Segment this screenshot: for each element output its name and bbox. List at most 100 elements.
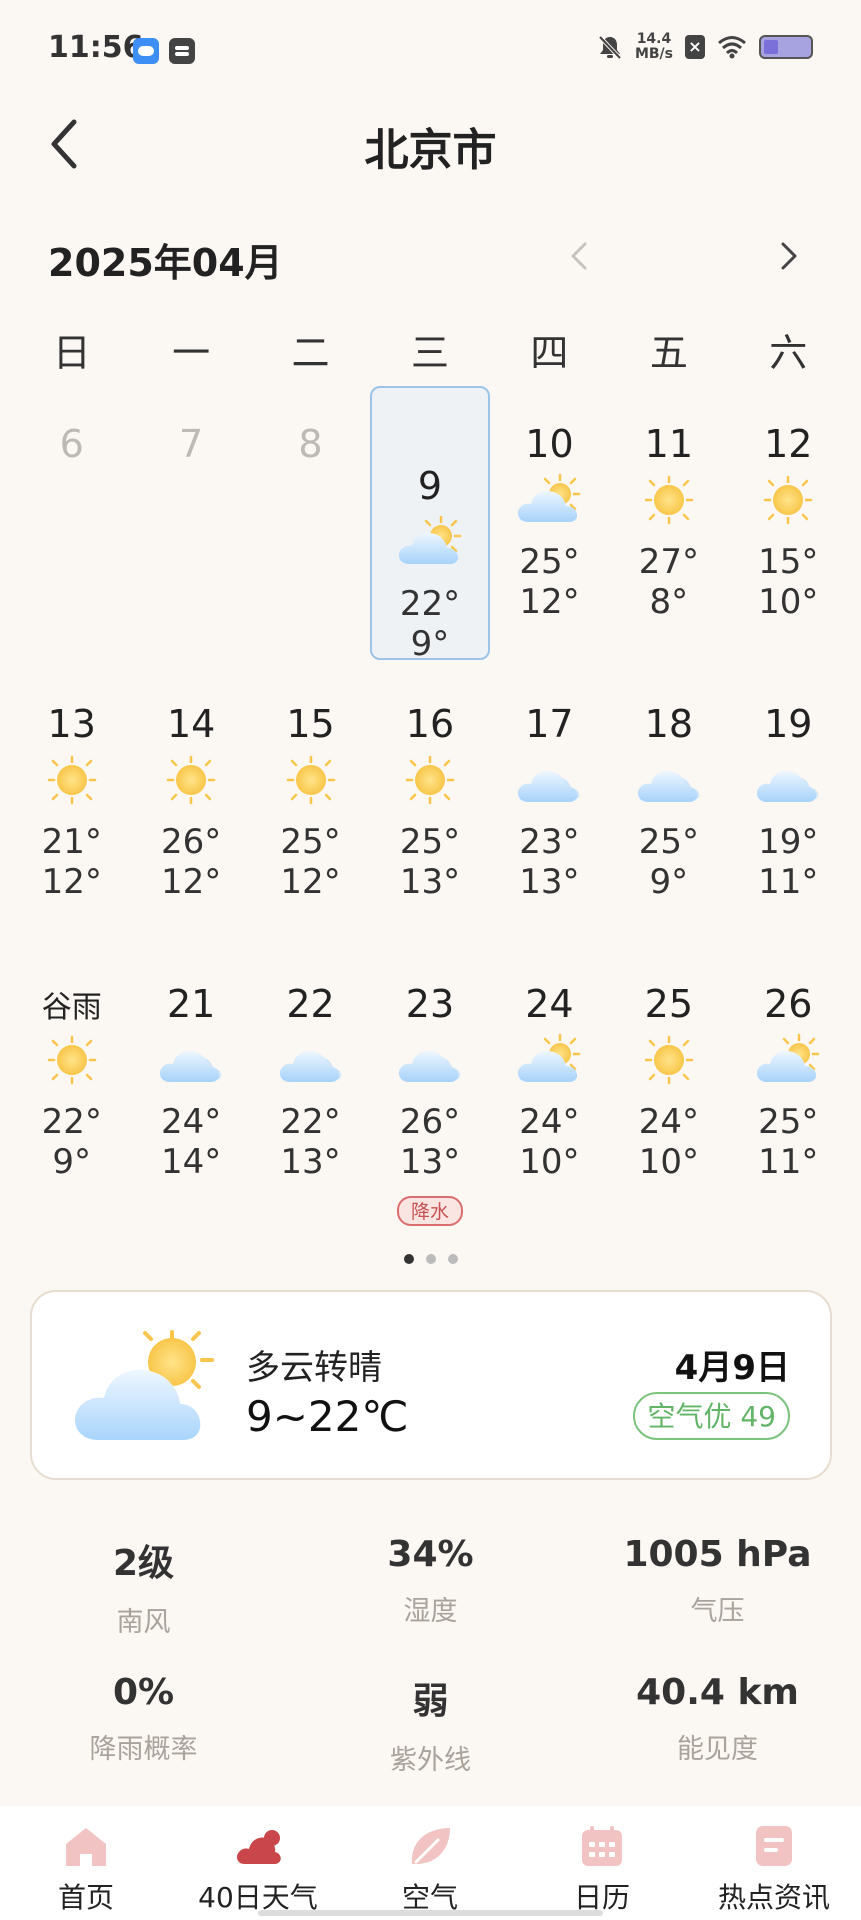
sim-x-icon: × [685,35,705,59]
high-temp: 22° [399,584,461,624]
high-temp: 15° [758,542,819,582]
sunny-icon [37,1030,107,1086]
stat-visibility: 40.4 km 能见度 [574,1672,861,1777]
day-cell[interactable]: 21 24° 14° [131,906,250,1182]
low-temp: 12° [41,862,102,902]
day-cell[interactable]: 25 24° 10° [609,906,728,1182]
day-cell-selected[interactable]: 9 22° 9° [370,386,490,664]
day-number: 26 [764,982,813,1026]
low-temp: 11° [758,1142,819,1182]
day-number: 14 [166,702,216,746]
day-cell[interactable]: 谷雨 22° 9° [12,906,131,1182]
day-number: 23 [405,982,455,1026]
stats-row: 0% 降雨概率 弱 紫外线 40.4 km 能见度 [0,1672,861,1777]
high-temp: 24° [638,1102,699,1142]
calendar-icon [582,1826,622,1866]
page-dot[interactable] [425,1254,436,1264]
rain-badge: 降水 [396,1196,463,1226]
stat-humidity: 34% 湿度 [287,1534,574,1639]
day-number: 12 [764,422,813,466]
partly-cloudy-icon [514,470,584,526]
day-number: 9 [417,464,443,508]
day-cell[interactable]: 12 15° 10° [729,346,848,622]
partly-cloudy-icon [753,1030,823,1086]
day-number: 13 [47,702,96,746]
nav-calendar[interactable]: 日历 [516,1806,688,1920]
home-indicator[interactable] [258,1910,603,1916]
high-temp: 24° [519,1102,580,1142]
nav-air[interactable]: 空气 [344,1806,516,1920]
status-time: 11:56 [48,30,144,65]
low-temp: 14° [161,1142,222,1182]
day-cell[interactable]: 11 27° 8° [609,346,728,622]
day-cell[interactable]: 26 25° 11° [729,906,848,1182]
day-cell[interactable]: 17 23° 13° [490,626,609,902]
day-cell[interactable]: 16 25° 13° [370,626,489,902]
nav-home[interactable]: 首页 [0,1806,172,1920]
day-cell[interactable]: 24 24° 10° [490,906,609,1182]
high-temp: 19° [758,822,819,862]
day-cell[interactable]: 22 22° 13° [251,906,370,1182]
sunny-icon [395,750,465,806]
day-cell[interactable]: 23 26° 13° 降水 [370,906,489,1226]
month-label: 2025年04月 [48,241,283,285]
status-bar: 11:56 14.4 MB/s × [0,0,861,100]
prev-month-button[interactable] [560,234,600,278]
high-temp: 27° [638,542,699,582]
low-temp: 13° [399,1142,461,1182]
day-cell[interactable]: 7 [131,346,250,618]
day-cell[interactable]: 14 26° 12° [131,626,250,902]
low-temp: 10° [758,582,819,622]
high-temp: 26° [161,822,222,862]
day-cell[interactable]: 10 25° 12° [490,346,609,622]
high-temp: 24° [161,1102,222,1142]
mute-icon [598,35,622,60]
page-dot[interactable] [403,1254,414,1264]
stat-label: 气压 [690,1596,745,1627]
news-icon [756,1826,792,1866]
stat-label: 南风 [116,1607,171,1638]
partly-cloudy-icon [514,1030,584,1086]
day-number: 16 [405,702,455,746]
day-cell[interactable]: 8 [251,346,370,618]
page-dot[interactable] [447,1254,458,1264]
weather-app-icon [133,38,159,64]
high-temp: 22° [280,1102,341,1142]
nav-40day-weather[interactable]: 40日天气 [172,1806,344,1920]
high-temp: 25° [280,822,341,862]
low-temp: 12° [519,582,580,622]
cloudy-icon [395,1030,465,1086]
home-icon [66,1828,106,1866]
next-month-button[interactable] [768,234,808,278]
high-temp: 25° [519,542,580,582]
aqi-badge[interactable]: 空气优 49 [633,1392,790,1440]
day-number: 谷雨 [41,990,102,1025]
stat-label: 湿度 [403,1596,458,1627]
low-temp: 8° [649,582,689,622]
leaf-icon [411,1828,450,1864]
nav-label: 热点资讯 [717,1881,830,1914]
sunny-icon [634,470,704,526]
day-cell[interactable]: 18 25° 9° [609,626,728,902]
high-temp: 25° [758,1102,819,1142]
weather-summary-card[interactable]: 多云转晴 9~22℃ 4月9日 空气优 49 [30,1290,832,1480]
nav-news[interactable]: 热点资讯 [688,1806,860,1920]
temperature-range: 9~22℃ [246,1392,409,1441]
low-temp: 10° [519,1142,580,1182]
stat-rain-probability: 0% 降雨概率 [0,1672,287,1777]
day-cell[interactable]: 15 25° 12° [251,626,370,902]
day-cell[interactable]: 19 19° 11° [729,626,848,902]
low-temp: 12° [161,862,222,902]
day-number: 21 [166,982,216,1026]
sunny-icon [276,750,346,806]
day-cell[interactable]: 6 [12,346,131,618]
page-indicator [0,1254,861,1264]
stat-value: 0% [112,1672,175,1713]
low-temp: 11° [758,862,819,902]
day-number: 17 [525,702,574,746]
calendar-week: 谷雨 22° 9° 21 24° 14° 22 22° 13° 23 26° 13° 降水 24 [12,906,848,1226]
stat-label: 降雨概率 [89,1734,198,1765]
stat-label: 能见度 [677,1734,758,1765]
day-cell[interactable]: 13 21° 12° [12,626,131,902]
stat-value: 40.4 km [636,1672,799,1713]
